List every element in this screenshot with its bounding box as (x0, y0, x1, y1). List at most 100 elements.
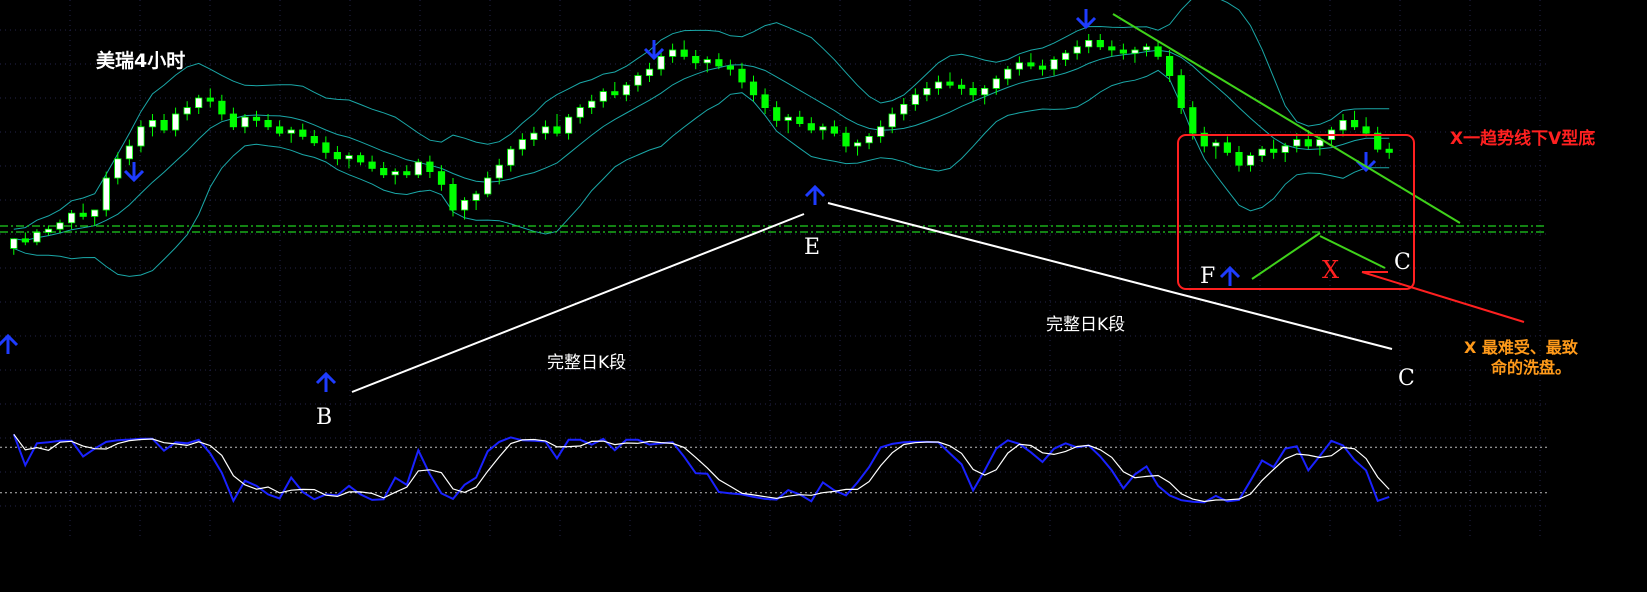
candle-body (796, 116, 804, 124)
candle-body (56, 222, 64, 230)
candle-body (715, 59, 723, 67)
candle-body (553, 126, 561, 134)
candle-body (1258, 148, 1266, 156)
candle-body (992, 78, 1000, 89)
candle-body (634, 75, 642, 86)
segment-label-1: 完整日K段 (547, 353, 626, 373)
label-c-small: C (1394, 250, 1411, 275)
candle-body (622, 84, 631, 96)
candle-body (842, 132, 850, 147)
candle-body (137, 126, 145, 147)
candle-body (403, 171, 411, 176)
candle-body (183, 107, 191, 115)
candle-body (923, 88, 931, 96)
candle-body (460, 199, 469, 211)
candle-body (1015, 62, 1024, 70)
candle-body (1073, 46, 1081, 54)
candle-body (888, 113, 896, 128)
candle-body (576, 107, 584, 118)
candle-body (1212, 142, 1220, 147)
candle-body (703, 59, 711, 64)
candle-body (749, 81, 758, 96)
candle-body (541, 126, 550, 134)
candle-body (518, 139, 527, 150)
candle-body (426, 161, 434, 173)
candle-body (414, 161, 422, 176)
segment-label-2: 完整日K段 (1046, 315, 1125, 335)
candle-body (726, 65, 735, 70)
candle-body (645, 68, 654, 76)
label-f: F (1200, 264, 1215, 289)
candle-body (1166, 56, 1174, 77)
note-v-bottom: X一趋势线下V型底 (1450, 128, 1595, 149)
candle-body (495, 164, 503, 179)
candle-body (680, 49, 688, 57)
label-e: E (804, 235, 820, 260)
candle-body (692, 56, 700, 64)
note-shakeout-line2: 命的洗盘。 (1490, 358, 1571, 377)
candle-body (865, 135, 873, 144)
candle-body (1108, 46, 1116, 51)
candle-body (380, 167, 388, 176)
candle-body (1096, 40, 1104, 48)
candle-body (160, 120, 168, 131)
candle-body (934, 81, 943, 89)
candle-body (1004, 68, 1012, 80)
candle-body (1223, 142, 1231, 153)
candle-body (969, 88, 977, 96)
candle-body (449, 183, 457, 211)
candle-body (1189, 107, 1197, 134)
candle-body (91, 209, 99, 217)
chart-title: 美瑞4小时 (96, 49, 185, 72)
candle-body (264, 120, 272, 128)
candle-body (830, 126, 839, 134)
candle-body (819, 126, 827, 131)
candle-body (773, 107, 781, 121)
candle-body (241, 116, 249, 128)
candle-body (229, 113, 237, 128)
candle-body (125, 145, 133, 160)
candle-body (356, 155, 365, 163)
candle-body (1339, 120, 1347, 131)
candle-body (1119, 49, 1127, 54)
candle-body (1085, 40, 1093, 48)
candle-body (1293, 139, 1301, 147)
note-shakeout-line1: X 最难受、最致 (1464, 338, 1579, 357)
candle-body (345, 155, 353, 160)
candle-body (472, 193, 480, 201)
candle-body (10, 238, 18, 249)
candle-body (68, 212, 76, 224)
candle-body (1304, 139, 1312, 147)
candle-body (322, 142, 330, 153)
chart-canvas: 美瑞4小时 B E F C C X 完整日K段 完整日K段 X一趋势线下V型底 … (0, 0, 1647, 592)
candle-body (252, 116, 261, 121)
candle-body (946, 81, 954, 86)
candle-body (1281, 145, 1289, 153)
candle-body (437, 171, 446, 185)
candle-body (1062, 52, 1070, 61)
candle-body (275, 126, 284, 134)
candle-body (1131, 49, 1139, 54)
candle-body (530, 132, 538, 140)
candle-body (114, 158, 122, 179)
candle-body (1246, 155, 1255, 166)
candle-body (102, 177, 110, 211)
candle-body (368, 161, 376, 169)
candle-body (1385, 148, 1393, 153)
candle-body (761, 94, 769, 109)
candle-body (877, 126, 885, 137)
candle-body (507, 148, 515, 166)
candle-body (195, 97, 203, 109)
candle-body (218, 100, 226, 115)
candle-body (1235, 151, 1243, 166)
candle-body (1362, 126, 1370, 134)
candle-body (310, 135, 318, 144)
candle-body (784, 116, 792, 121)
candle-body (44, 228, 53, 233)
candle-body (299, 129, 307, 137)
candle-body (807, 123, 815, 131)
candle-body (21, 238, 30, 243)
candle-body (484, 177, 492, 195)
candle-body (1177, 75, 1185, 108)
candle-body (79, 212, 87, 217)
